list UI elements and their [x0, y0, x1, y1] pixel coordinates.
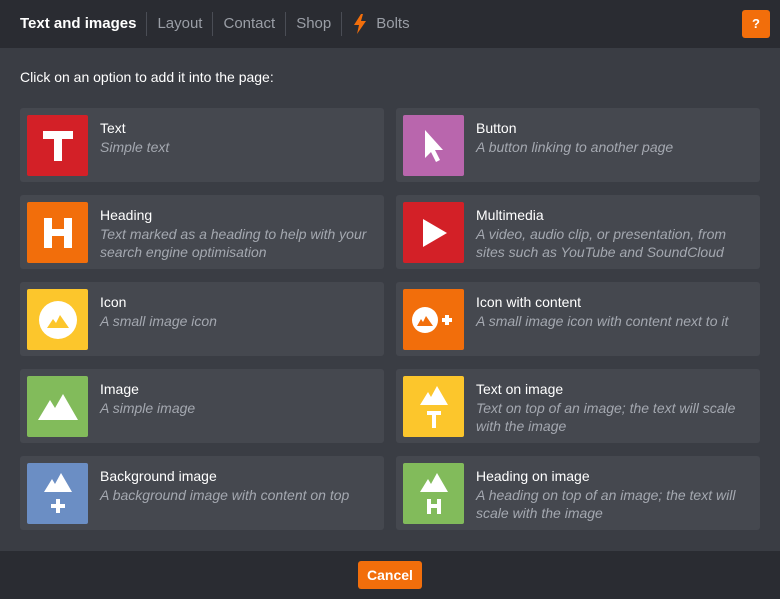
- option-description: A video, audio clip, or presentation, fr…: [476, 226, 727, 260]
- cancel-button[interactable]: Cancel: [358, 561, 422, 589]
- option-description: Text on top of an image; the text will s…: [476, 400, 736, 434]
- option-title: Text: [100, 120, 126, 136]
- tab-layout[interactable]: Layout: [146, 12, 212, 36]
- mountain-heading-icon: [403, 463, 464, 524]
- option-title: Button: [476, 120, 517, 136]
- option-title: Multimedia: [476, 207, 544, 223]
- option-icon[interactable]: Icon A small image icon: [20, 282, 384, 356]
- help-button[interactable]: ?: [742, 10, 770, 38]
- header-bar: Text and images Layout Contact Shop Bolt…: [0, 0, 780, 48]
- tab-text-and-images[interactable]: Text and images: [10, 12, 146, 36]
- option-button[interactable]: Button A button linking to another page: [396, 108, 760, 182]
- option-icon-with-content[interactable]: Icon with content A small image icon wit…: [396, 282, 760, 356]
- heading-h-icon: [27, 202, 88, 263]
- instructions-text: Click on an option to add it into the pa…: [20, 69, 274, 85]
- option-description: A small image icon with content next to …: [476, 313, 729, 329]
- options-grid: Text Simple text Button A button linking…: [20, 108, 764, 530]
- option-title: Background image: [100, 468, 217, 484]
- option-description: Simple text: [100, 139, 170, 155]
- option-background-image[interactable]: Background image A background image with…: [20, 456, 384, 530]
- option-description: A heading on top of an image; the text w…: [476, 487, 736, 521]
- option-text[interactable]: Text Simple text: [20, 108, 384, 182]
- mountain-plus-icon: [27, 463, 88, 524]
- tab-bolts[interactable]: Bolts: [341, 12, 419, 36]
- option-description: A background image with content on top: [100, 487, 350, 503]
- mountain-text-icon: [403, 376, 464, 437]
- option-description: A small image icon: [100, 313, 217, 329]
- tab-label: Contact: [223, 15, 276, 32]
- option-title: Heading on image: [476, 468, 590, 484]
- option-description: Text marked as a heading to help with yo…: [100, 226, 367, 260]
- option-multimedia[interactable]: Multimedia A video, audio clip, or prese…: [396, 195, 760, 269]
- option-heading[interactable]: Heading Text marked as a heading to help…: [20, 195, 384, 269]
- play-icon: [403, 202, 464, 263]
- circle-mountain-plus-icon: [403, 289, 464, 350]
- option-image[interactable]: Image A simple image: [20, 369, 384, 443]
- tab-shop[interactable]: Shop: [285, 12, 341, 36]
- tab-label: Text and images: [20, 15, 137, 32]
- tab-label: Shop: [296, 15, 332, 32]
- tab-contact[interactable]: Contact: [212, 12, 285, 36]
- option-heading-on-image[interactable]: Heading on image A heading on top of an …: [396, 456, 760, 530]
- option-title: Image: [100, 381, 139, 397]
- mountain-icon: [27, 376, 88, 437]
- cursor-pointer-icon: [403, 115, 464, 176]
- footer-bar: Cancel: [0, 551, 780, 599]
- option-description: A button linking to another page: [476, 139, 674, 155]
- option-title: Icon: [100, 294, 127, 310]
- bolt-icon: [352, 14, 368, 34]
- circle-mountain-icon: [27, 289, 88, 350]
- option-text-on-image[interactable]: Text on image Text on top of an image; t…: [396, 369, 760, 443]
- tab-label: Bolts: [376, 15, 410, 32]
- tab-label: Layout: [157, 15, 203, 32]
- option-title: Icon with content: [476, 294, 582, 310]
- option-title: Heading: [100, 207, 153, 223]
- text-t-icon: [27, 115, 88, 176]
- option-title: Text on image: [476, 381, 564, 397]
- option-description: A simple image: [100, 400, 196, 416]
